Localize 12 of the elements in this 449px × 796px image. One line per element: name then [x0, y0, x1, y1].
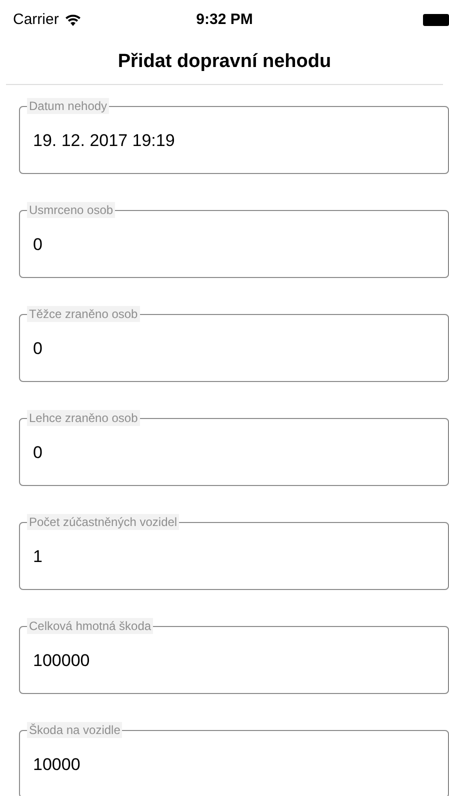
field-label: Datum nehody [27, 98, 110, 114]
field-label: Usmrceno osob [27, 202, 116, 218]
carrier-label: Carrier [13, 10, 59, 30]
field-label: Těžce zraněno osob [27, 306, 140, 322]
field-label: Lehce zraněno osob [27, 410, 140, 426]
field-label: Počet zúčastněných vozidel [27, 514, 180, 530]
field-label: Škoda na vozidle [27, 722, 122, 738]
field-label: Celková hmotná škoda [27, 618, 154, 634]
screen-title: Přidat dopravní nehodu [118, 50, 332, 74]
battery-icon [423, 14, 449, 26]
status-time: 9:32 PM [196, 10, 253, 30]
wifi-icon [64, 14, 81, 26]
